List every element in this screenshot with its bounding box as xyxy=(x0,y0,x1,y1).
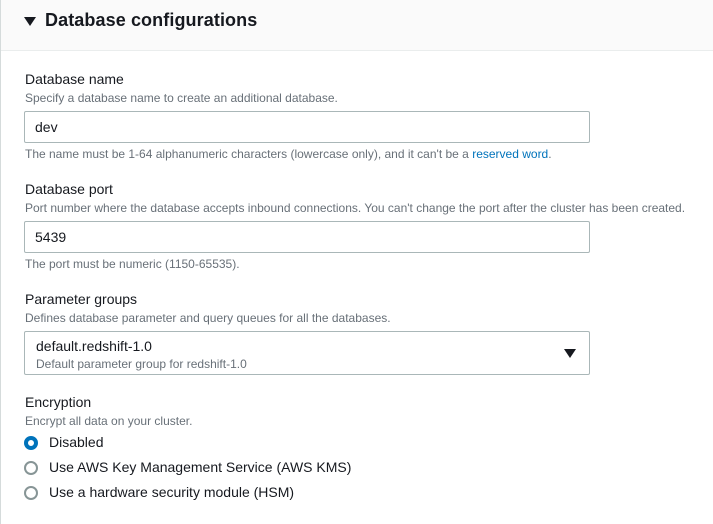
database-port-description: Port number where the database accepts i… xyxy=(25,201,686,215)
dropdown-arrow-icon[interactable] xyxy=(564,349,576,358)
radio-checked-icon[interactable] xyxy=(24,436,38,450)
parameter-groups-description: Defines database parameter and query que… xyxy=(25,311,391,325)
database-name-description: Specify a database name to create an add… xyxy=(25,91,338,105)
encryption-label: Encryption xyxy=(25,394,92,410)
radio-unchecked-icon[interactable] xyxy=(24,461,38,475)
database-name-hint-end: . xyxy=(548,147,552,161)
database-name-hint-text: The name must be 1-64 alphanumeric chara… xyxy=(25,147,469,161)
database-configurations-panel: Database configurations Database name Sp… xyxy=(0,0,713,524)
caret-down-icon[interactable] xyxy=(24,17,36,26)
database-port-hint: The port must be numeric (1150-65535). xyxy=(25,257,240,271)
encryption-option-label[interactable]: Disabled xyxy=(49,434,103,450)
database-name-hint: The name must be 1-64 alphanumeric chara… xyxy=(25,147,552,161)
encryption-option-label[interactable]: Use AWS Key Management Service (AWS KMS) xyxy=(49,459,351,475)
parameter-group-selected-description: Default parameter group for redshift-1.0 xyxy=(36,357,247,371)
encryption-option-label[interactable]: Use a hardware security module (HSM) xyxy=(49,484,294,500)
section-title: Database configurations xyxy=(45,10,258,30)
reserved-word-link[interactable]: reserved word xyxy=(472,147,548,161)
database-port-label: Database port xyxy=(25,181,113,197)
parameter-group-select[interactable]: default.redshift-1.0 Default parameter g… xyxy=(24,331,590,375)
parameter-groups-label: Parameter groups xyxy=(25,291,138,307)
radio-unchecked-icon[interactable] xyxy=(24,486,38,500)
database-port-input[interactable] xyxy=(24,221,590,253)
encryption-description: Encrypt all data on your cluster. xyxy=(25,414,193,428)
parameter-group-selected-title: default.redshift-1.0 xyxy=(36,338,152,354)
database-name-input[interactable] xyxy=(24,111,590,143)
section-header[interactable]: Database configurations xyxy=(1,0,713,51)
database-name-label: Database name xyxy=(25,71,124,87)
